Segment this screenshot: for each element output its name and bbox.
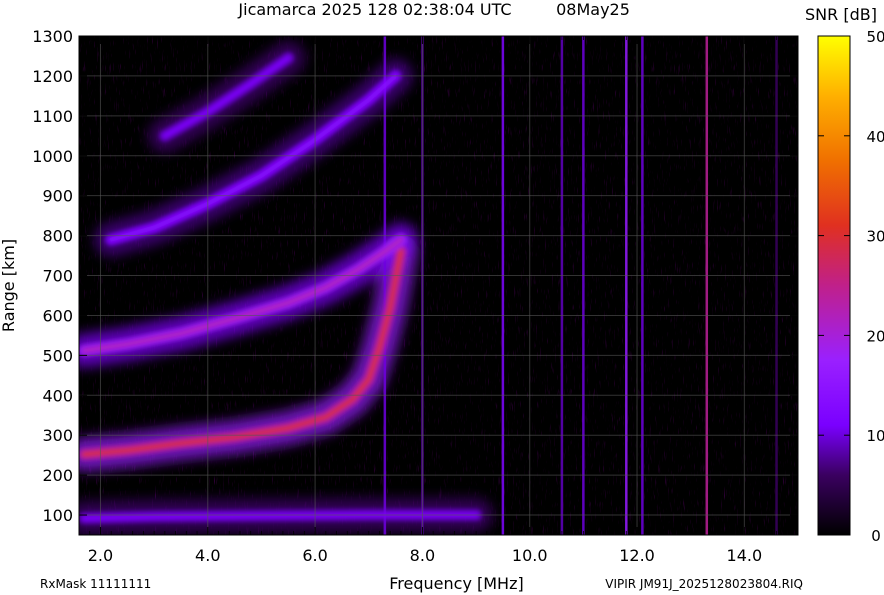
y-axis-label: Range [km] (0, 239, 18, 332)
y-tick-label: 1100 (32, 107, 73, 126)
y-tick-label: 300 (42, 426, 73, 445)
x-tick-label: 4.0 (195, 546, 220, 565)
colorbar-label: SNR [dB] (805, 5, 877, 24)
x-tick-label: 12.0 (619, 546, 655, 565)
y-tick-label: 500 (42, 346, 73, 365)
y-tick-label: 1200 (32, 67, 73, 86)
x-axis-label: Frequency [MHz] (389, 574, 523, 593)
colorbar-tick-label: 50 (866, 28, 884, 46)
ionogram-chart: Jicamarca 2025 128 02:38:04 UTC 08May25 … (0, 0, 884, 593)
x-tick-label: 2.0 (88, 546, 113, 565)
y-tick-label: 900 (42, 187, 73, 206)
y-tick-label: 600 (42, 306, 73, 325)
x-tick-label: 6.0 (302, 546, 327, 565)
chart-title: Jicamarca 2025 128 02:38:04 UTC (237, 0, 511, 19)
x-tick-label: 8.0 (410, 546, 435, 565)
chart-date: 08May25 (556, 0, 630, 19)
y-tick-label: 200 (42, 466, 73, 485)
colorbar-tick-label: 0 (871, 527, 881, 545)
colorbar-tick-label: 20 (866, 327, 884, 345)
rxmask-text: RxMask 11111111 (40, 577, 151, 591)
colorbar (817, 35, 851, 536)
y-tick-label: 800 (42, 227, 73, 246)
plot-content (79, 36, 798, 535)
colorbar-tick-label: 30 (866, 228, 884, 246)
y-tick-label: 1300 (32, 27, 73, 46)
y-tick-label: 100 (42, 506, 73, 525)
colorbar-tick-label: 10 (866, 427, 884, 445)
y-tick-label: 700 (42, 267, 73, 286)
colorbar-tick-label: 40 (866, 128, 884, 146)
y-tick-label: 400 (42, 386, 73, 405)
x-tick-label: 10.0 (512, 546, 548, 565)
filename-text: VIPIR JM91J_2025128023804.RIQ (605, 577, 803, 591)
x-tick-label: 14.0 (727, 546, 763, 565)
y-tick-label: 1000 (32, 147, 73, 166)
